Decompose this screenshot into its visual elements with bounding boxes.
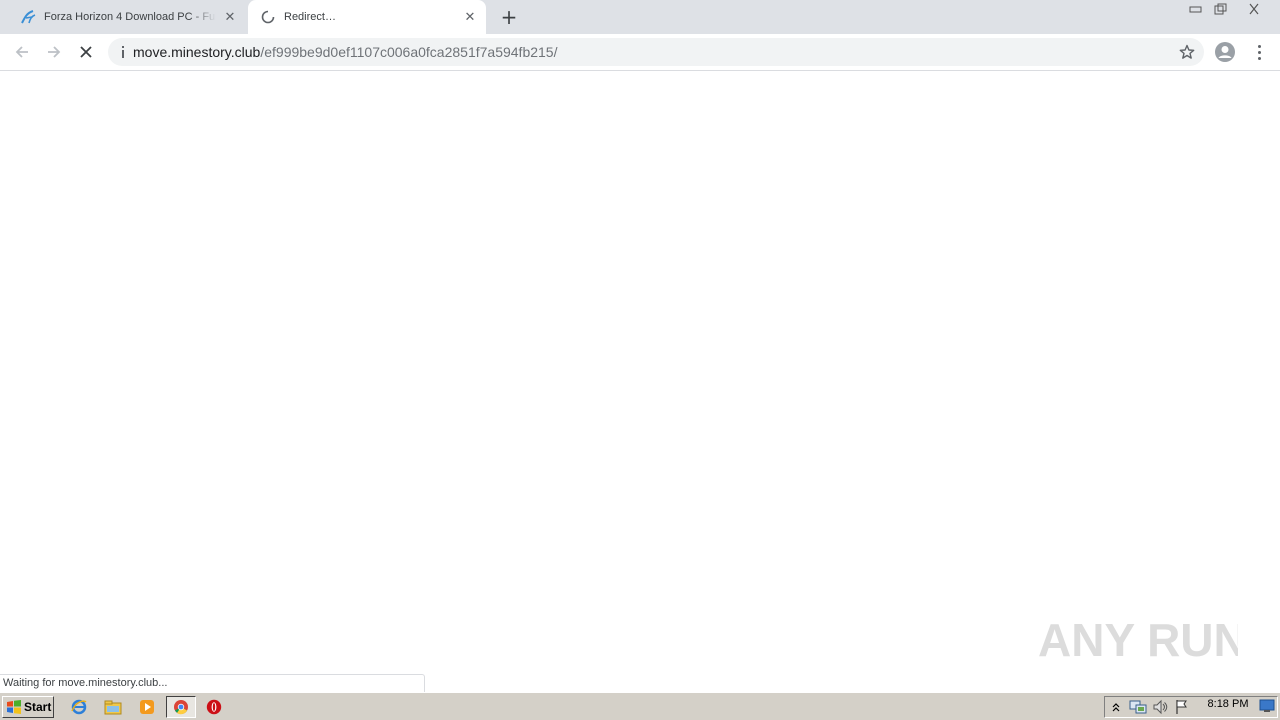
media-player-icon [140,700,154,714]
page-content [0,72,1280,692]
bookmark-star-button[interactable] [1178,43,1196,61]
show-hidden-icons-icon [1112,703,1120,712]
action-center-flag-icon [1176,700,1187,714]
tab-redirect[interactable]: Redirect… ✕ [248,0,486,34]
stop-button[interactable] [72,38,100,66]
restore-button[interactable] [1208,0,1232,18]
action-center-button[interactable] [1171,697,1193,717]
restore-icon [1214,3,1227,15]
opera-icon [206,699,222,715]
windows-logo-icon [7,700,21,714]
media-player-button[interactable] [136,697,158,717]
info-icon[interactable] [116,46,130,58]
svg-text:ANY RUN: ANY RUN [1038,614,1238,666]
close-tab-icon[interactable]: ✕ [222,9,238,25]
kebab-menu-icon [1257,44,1261,48]
close-window-button[interactable] [1242,0,1266,18]
show-hidden-icons-button[interactable] [1105,697,1127,717]
profile-button[interactable] [1213,40,1237,64]
forward-arrow-icon [48,46,61,58]
back-button[interactable] [8,38,36,66]
star-icon [1179,44,1195,59]
start-label: Start [24,700,52,714]
tab-title: Forza Horizon 4 Download PC - Full Game [44,11,216,23]
address-bar[interactable]: move.minestory.club/ef999be9d0ef1107c006… [108,38,1204,66]
volume-tray-button[interactable] [1149,697,1171,717]
tab-strip: Forza Horizon 4 Download PC - Full Game … [0,0,1280,34]
loading-spinner-icon [260,9,276,25]
file-explorer-button[interactable] [102,697,124,717]
new-tab-button[interactable]: + [498,5,520,29]
tab-forza[interactable]: Forza Horizon 4 Download PC - Full Game … [8,0,246,34]
profile-avatar-icon [1215,42,1235,62]
file-explorer-icon [104,700,122,715]
anyrun-watermark: ANY RUN [1038,608,1238,672]
show-desktop-icon [1259,699,1275,712]
close-icon [1249,3,1259,15]
show-desktop-button[interactable] [1258,698,1276,714]
url-host: move.minestory.club [133,44,261,60]
back-arrow-icon [15,46,28,58]
taskbar-clock[interactable]: 8:18 PM [1198,698,1258,710]
url-path: /ef999be9d0ef1107c006a0fca2851f7a594fb21… [260,44,558,60]
windows-taskbar: Start 8:18 PM [0,692,1280,720]
anyrun-logo-icon: ANY RUN [1038,614,1238,666]
chrome-icon [174,700,188,715]
network-tray-button[interactable] [1127,697,1149,717]
network-icon [1129,700,1147,714]
tab-title: Redirect… [284,11,336,23]
minimize-icon [1189,6,1202,13]
internet-explorer-icon [71,699,87,715]
minimize-button[interactable] [1184,0,1208,18]
browser-toolbar: move.minestory.club/ef999be9d0ef1107c006… [0,34,1280,71]
start-button[interactable]: Start [2,696,54,718]
chrome-taskbar-button[interactable] [166,696,196,718]
stop-loading-icon [80,46,92,58]
internet-explorer-button[interactable] [68,697,90,717]
volume-icon [1153,699,1168,715]
status-bubble: Waiting for move.minestory.club... [0,674,425,692]
close-tab-icon[interactable]: ✕ [462,9,478,25]
opera-button[interactable] [203,697,225,717]
url-text[interactable]: move.minestory.club/ef999be9d0ef1107c006… [133,44,557,60]
site-logo-icon [20,9,36,25]
browser-menu-button[interactable] [1250,40,1268,64]
forward-button[interactable] [40,38,68,66]
